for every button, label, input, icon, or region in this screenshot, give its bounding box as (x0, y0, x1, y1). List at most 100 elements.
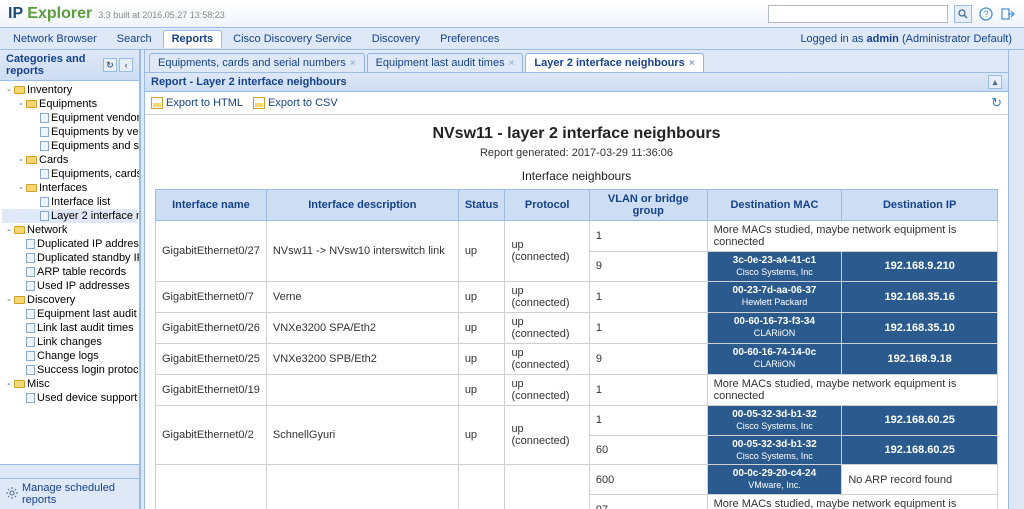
cell-noarp: No ARP record found (842, 465, 998, 495)
table-row: GigabitEthernet0/2SchnellGyuriupup (conn… (156, 405, 998, 435)
cell-proto: up (connected) (505, 374, 589, 405)
inner-tab[interactable]: Layer 2 interface neighbours × (525, 53, 703, 72)
app-logo: IP Explorer (8, 5, 92, 23)
sidebar-title-bar: Categories and reports ↻ ‹ (0, 50, 139, 81)
tree-label: Inventory (27, 84, 72, 96)
folder-icon (14, 226, 25, 234)
tree-leaf[interactable]: Link changes (2, 335, 137, 349)
column-header: Status (458, 190, 505, 221)
close-icon[interactable]: × (350, 58, 356, 69)
expander-icon[interactable]: - (4, 84, 14, 96)
close-icon[interactable]: × (689, 58, 695, 69)
cell-vlan: 60 (589, 435, 707, 465)
export-html-button[interactable]: Export to HTML (151, 97, 243, 109)
export-csv-button[interactable]: Export to CSV (253, 97, 338, 109)
report-icon (26, 365, 35, 375)
report-icon (40, 169, 49, 179)
tree-folder[interactable]: -Equipments (2, 97, 137, 111)
report-body[interactable]: NVsw11 - layer 2 interface neighbours Re… (145, 115, 1008, 509)
logout-icon[interactable] (1000, 6, 1016, 22)
inner-tab-label: Layer 2 interface neighbours (534, 57, 684, 69)
close-icon[interactable]: × (509, 58, 515, 69)
tree-folder[interactable]: - Network (2, 223, 137, 237)
tree-leaf[interactable]: Success login protocols (2, 363, 137, 377)
expander-icon[interactable]: - (4, 378, 14, 390)
export-csv-label: Export to CSV (268, 97, 338, 109)
tree-leaf[interactable]: Equipments, cards and serial numbers (2, 167, 137, 181)
tree-folder[interactable]: -Cards (2, 153, 137, 167)
tree-leaf[interactable]: Layer 2 interface neighbours (2, 209, 137, 223)
cell-desc: NVsw11 -> NVsw10 interswitch link (266, 221, 458, 282)
tree-folder[interactable]: - Misc (2, 377, 137, 391)
search-icon[interactable] (954, 5, 972, 23)
inner-tab[interactable]: Equipment last audit times × (367, 53, 524, 72)
export-toolbar: Export to HTML Export to CSV ↻ (145, 92, 1008, 115)
tree-folder[interactable]: - Discovery (2, 293, 137, 307)
expander-icon[interactable]: - (16, 182, 26, 194)
tree-leaf[interactable]: Change logs (2, 349, 137, 363)
header-right: ? (768, 5, 1016, 23)
cell-vlan: 1 (589, 312, 707, 343)
top-tab[interactable]: Preferences (431, 30, 508, 48)
collapse-sidebar-icon[interactable]: ‹ (119, 58, 133, 72)
expander-icon[interactable]: - (16, 98, 26, 110)
manage-scheduled-button[interactable]: Manage scheduled reports (0, 478, 139, 509)
tree-leaf[interactable]: Used device support (2, 391, 137, 405)
tree-leaf[interactable]: ARP table records (2, 265, 137, 279)
expander-icon[interactable]: - (4, 294, 14, 306)
tree-leaf[interactable]: Duplicated IP addresses (non standby) (2, 237, 137, 251)
expander-icon[interactable]: - (16, 154, 26, 166)
top-tabs-left: Network BrowserSearchReportsCisco Discov… (4, 30, 508, 48)
top-tab[interactable]: Reports (163, 30, 223, 48)
collapse-report-header-icon[interactable]: ▴ (988, 75, 1002, 89)
tree-label: Network (27, 224, 67, 236)
tree-folder[interactable]: - Inventory (2, 83, 137, 97)
cell-status: up (458, 405, 505, 465)
tree-leaf[interactable]: Link last audit times (2, 321, 137, 335)
tree-leaf[interactable]: Equipments by vendor and type (2, 125, 137, 139)
user-link[interactable]: admin (867, 33, 899, 45)
top-tab[interactable]: Search (108, 30, 161, 48)
refresh-report-icon[interactable]: ↻ (991, 95, 1002, 111)
tree-label: Equipments by vendor and type (51, 126, 139, 138)
refresh-tree-icon[interactable]: ↻ (103, 58, 117, 72)
column-header: VLAN or bridge group (589, 190, 707, 221)
inner-tab-label: Equipments, cards and serial numbers (158, 57, 346, 69)
cell-ip: 192.168.60.25 (842, 435, 998, 465)
tree-leaf[interactable]: Equipments and serial numbers (2, 139, 137, 153)
top-tab[interactable]: Network Browser (4, 30, 106, 48)
tree-leaf[interactable]: Equipment vendor list (2, 111, 137, 125)
inner-tab[interactable]: Equipments, cards and serial numbers × (149, 53, 365, 72)
main-layout: Categories and reports ↻ ‹ -Inventory-Eq… (0, 50, 1024, 509)
tree-leaf[interactable]: Used IP addresses (2, 279, 137, 293)
report-icon (26, 393, 35, 403)
cell-mac: 3c-0e-23-a4-41-c1Cisco Systems, Inc (707, 252, 842, 282)
top-tab[interactable]: Cisco Discovery Service (224, 30, 361, 48)
report-icon (26, 337, 35, 347)
cell-desc: SchnellGyuri (266, 405, 458, 465)
expander-icon[interactable]: - (4, 224, 14, 236)
table-row: GigabitEthernet0/26VNXe3200 SPA/Eth2upup… (156, 312, 998, 343)
csv-doc-icon (253, 97, 265, 109)
cell-mac: 00-60-16-73-f3-34CLARiiON (707, 312, 842, 343)
report-tree: -Inventory-Equipments Equipment vendor l… (0, 81, 139, 464)
cell-iface: GigabitEthernet0/19 (156, 374, 267, 405)
tree-leaf[interactable]: Equipment last audit times (2, 307, 137, 321)
user-name: admin (867, 33, 899, 45)
tree-folder[interactable]: -Interfaces (2, 181, 137, 195)
tree-label: Discovery (27, 294, 75, 306)
tree-leaf[interactable]: Duplicated standby IP addresses (2, 251, 137, 265)
global-search-input[interactable] (768, 5, 948, 23)
cell-mac: 00-0c-29-20-c4-24VMware, Inc. (707, 465, 842, 495)
cell-vlan: 1 (589, 281, 707, 312)
tree-label: ARP table records (37, 266, 126, 278)
help-icon[interactable]: ? (978, 6, 994, 22)
sidebar-hscroll[interactable] (0, 464, 139, 478)
tree-leaf[interactable]: Interface list (2, 195, 137, 209)
top-tab[interactable]: Discovery (363, 30, 429, 48)
tree-label: Misc (27, 378, 50, 390)
html-doc-icon (151, 97, 163, 109)
content-area: Equipments, cards and serial numbers×Equ… (145, 50, 1008, 509)
neighbours-table: Interface nameInterface descriptionStatu… (155, 189, 998, 509)
inner-tab-label: Equipment last audit times (376, 57, 505, 69)
